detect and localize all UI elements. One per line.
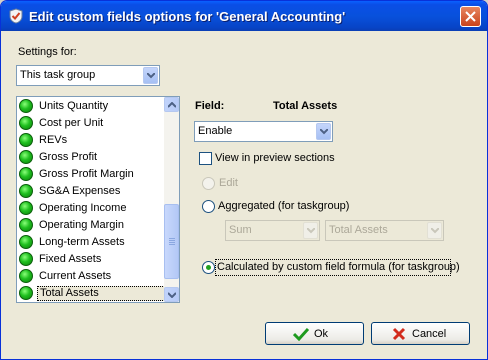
scroll-down-button[interactable] — [164, 287, 179, 302]
list-item[interactable]: REVs — [19, 132, 162, 149]
status-green-icon — [19, 235, 33, 249]
field-mode-dropdown[interactable]: Enable — [194, 121, 333, 142]
list-item[interactable]: Long-term Assets — [19, 234, 162, 251]
aggregate-function-dropdown[interactable]: Sum — [225, 220, 320, 241]
list-item[interactable]: Units Quantity — [19, 98, 162, 115]
list-item-selected[interactable]: Total Assets — [19, 285, 167, 302]
custom-fields-list[interactable]: Units Quantity Cost per Unit REVs Gross … — [16, 96, 180, 303]
list-scrollbar[interactable] — [164, 97, 179, 302]
close-button[interactable] — [460, 6, 481, 27]
field-mode-value: Enable — [198, 125, 233, 137]
status-green-icon — [19, 201, 33, 215]
chevron-down-icon[interactable] — [143, 67, 158, 84]
ok-label: Ok — [314, 328, 329, 340]
cancel-button[interactable]: Cancel — [371, 322, 470, 345]
list-item[interactable]: Operating Income — [19, 200, 162, 217]
status-green-icon — [19, 150, 33, 164]
edit-radio[interactable] — [202, 177, 215, 190]
status-green-icon — [19, 184, 33, 198]
list-item[interactable]: Operating Margin — [19, 217, 162, 234]
view-in-preview-checkbox[interactable] — [199, 152, 212, 165]
chevron-down-icon — [168, 292, 176, 298]
field-name: Total Assets — [273, 100, 338, 112]
chevron-down-icon[interactable] — [427, 222, 442, 239]
chevron-down-icon[interactable] — [303, 222, 318, 239]
status-green-icon — [19, 116, 33, 130]
list-item[interactable]: Gross Profit Margin — [19, 166, 162, 183]
aggregate-function-value: Sum — [229, 224, 252, 236]
status-green-icon — [19, 167, 33, 181]
ok-button[interactable]: Ok — [265, 322, 364, 345]
settings-for-dropdown[interactable]: This task group — [16, 65, 160, 86]
aggregate-field-dropdown[interactable]: Total Assets — [325, 220, 444, 241]
close-icon — [465, 11, 476, 22]
status-green-icon — [19, 133, 33, 147]
aggregate-field-value: Total Assets — [329, 224, 388, 236]
list-item[interactable]: Current Assets — [19, 268, 162, 285]
calculated-label[interactable]: Calculated by custom field formula (for … — [217, 261, 460, 273]
aggregated-label[interactable]: Aggregated (for taskgroup) — [218, 200, 349, 212]
list-item[interactable]: Cost per Unit — [19, 115, 162, 132]
settings-for-value: This task group — [20, 69, 96, 81]
status-green-icon — [19, 99, 33, 113]
list-item[interactable]: Fixed Assets — [19, 251, 162, 268]
settings-for-label: Settings for: — [18, 46, 77, 58]
edit-label: Edit — [219, 177, 238, 189]
chevron-up-icon — [168, 102, 176, 108]
dialog-window: Edit custom fields options for 'General … — [0, 0, 488, 360]
window-title: Edit custom fields options for 'General … — [29, 9, 346, 24]
view-in-preview-label[interactable]: View in preview sections — [215, 152, 335, 164]
aggregated-radio[interactable] — [202, 200, 215, 213]
status-green-icon — [19, 286, 33, 300]
status-green-icon — [19, 218, 33, 232]
red-x-icon — [392, 327, 406, 341]
field-label: Field: — [195, 100, 225, 112]
calculated-radio[interactable] — [202, 261, 215, 274]
list-item[interactable]: Gross Profit — [19, 149, 162, 166]
status-green-icon — [19, 252, 33, 266]
title-bar: Edit custom fields options for 'General … — [1, 1, 487, 31]
chevron-down-icon[interactable] — [316, 123, 331, 140]
scroll-up-button[interactable] — [164, 97, 179, 112]
radio-selected-dot — [206, 265, 211, 270]
scroll-thumb[interactable] — [164, 204, 179, 279]
app-icon — [8, 8, 24, 24]
list-item[interactable]: SG&A Expenses — [19, 183, 162, 200]
status-green-icon — [19, 269, 33, 283]
green-check-icon — [293, 327, 309, 341]
cancel-label: Cancel — [412, 328, 447, 340]
